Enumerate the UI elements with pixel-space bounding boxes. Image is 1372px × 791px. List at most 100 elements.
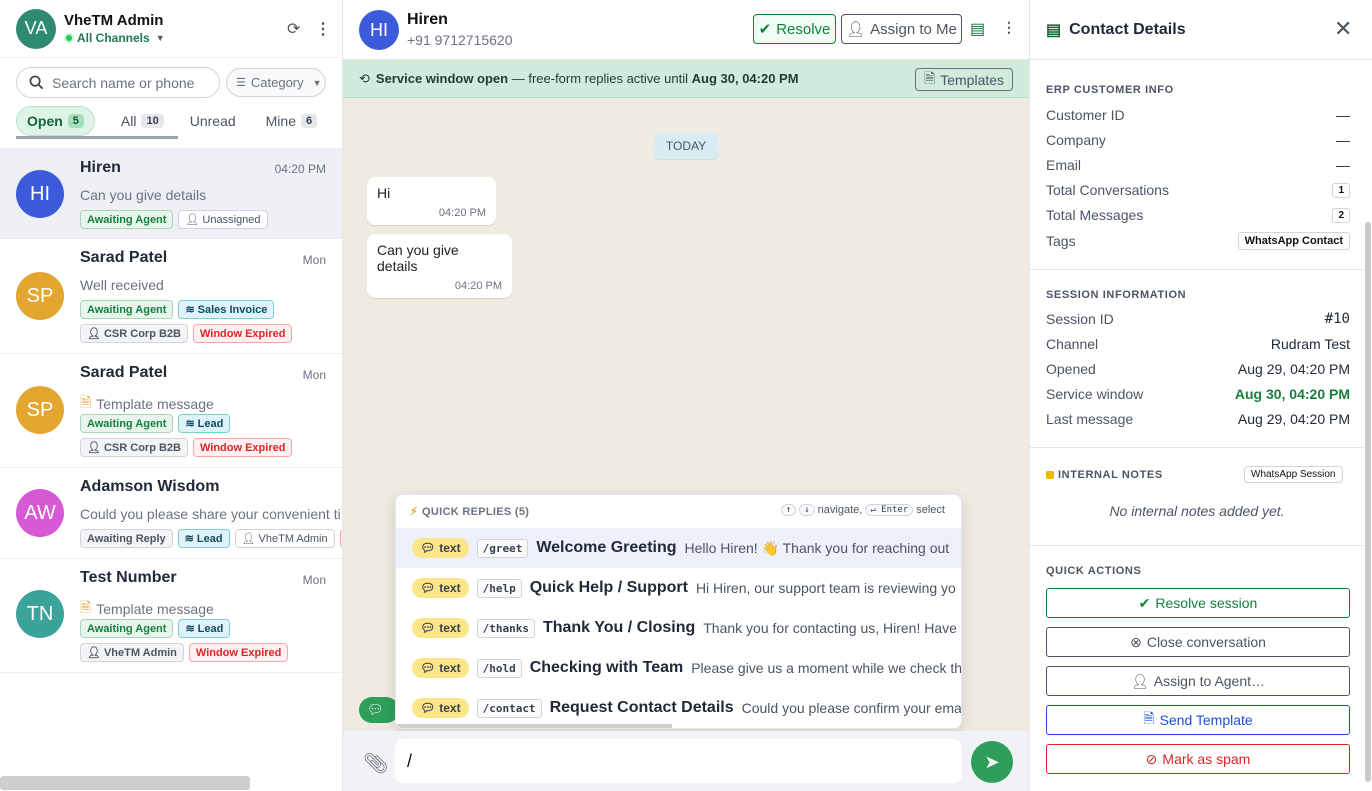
field-opened: Opened Aug 29, 04:20 PM <box>1046 361 1350 377</box>
close-conversation-button[interactable]: ⊗ Close conversation <box>1046 627 1350 657</box>
resolve-button[interactable]: ✔ Resolve <box>753 14 836 44</box>
avatar[interactable]: HI <box>359 10 399 50</box>
message-text: Can you give details <box>377 242 459 274</box>
close-icon[interactable]: ✕ <box>1334 16 1352 42</box>
category-badge: ≋ Lead <box>178 414 231 433</box>
company-badge: 👤︎ CSR Corp B2B <box>80 438 188 457</box>
notes-section: INTERNAL NOTES WhatsApp Session No inter… <box>1030 448 1364 546</box>
status-badge: Awaiting Reply <box>80 529 173 548</box>
quick-reply-preview: Hello Hiren! 👋 Thank you for reaching ou… <box>684 539 950 556</box>
search-input[interactable]: Search name or phone <box>16 67 220 98</box>
shortcut-command: /hold <box>476 658 522 678</box>
timestamp: Mon <box>302 368 326 382</box>
more-vertical-icon[interactable]: ⋮ <box>1002 19 1016 36</box>
chat-icon: 💬︎ <box>420 661 436 675</box>
chat-icon: 💬︎ <box>367 702 384 717</box>
tab-all[interactable]: All 10 <box>111 106 174 136</box>
user-plus-icon: 👤︎ <box>1130 672 1149 689</box>
tab-scroll-indicator <box>16 136 178 139</box>
check-circle-icon: ✔ <box>758 21 772 38</box>
chat-header: HI Hiren +91 9712715620 ✔ Resolve 👤︎ Assig… <box>343 0 1029 60</box>
vertical-scrollbar[interactable] <box>1365 222 1371 782</box>
layers-icon: ☰ <box>236 77 246 89</box>
section-title: QUICK ACTIONS <box>1046 565 1142 577</box>
quick-reply-title: Request Contact Details <box>549 699 734 716</box>
tab-mine[interactable]: Mine 6 <box>256 106 327 136</box>
chat-contact-phone: +91 9712715620 <box>407 32 513 48</box>
resolve-session-button[interactable]: ✔ Resolve session <box>1046 588 1350 618</box>
layers-icon: ≋ <box>185 623 195 635</box>
field-service-window: Service window Aug 30, 04:20 PM <box>1046 386 1350 402</box>
check-circle-icon: ✔ <box>1138 594 1151 611</box>
quick-reply-item[interactable]: 💬︎ text/thanks Thank You / Closing Thank yo… <box>396 608 961 648</box>
avatar[interactable]: VA <box>16 8 56 49</box>
chat-icon: 💬︎ <box>420 621 436 635</box>
date-separator: TODAY <box>654 133 718 159</box>
horizontal-scrollbar[interactable] <box>396 724 672 728</box>
user-icon: 👤︎ <box>185 214 200 226</box>
online-dot-icon <box>64 33 74 43</box>
refresh-icon[interactable]: ⟳ <box>287 19 300 39</box>
field-channel: Channel Rudram Test <box>1046 336 1350 352</box>
field-total-messages: Total Messages 2 <box>1046 207 1350 223</box>
notes-empty-text: No internal notes added yet. <box>1109 503 1285 519</box>
channel-selector[interactable]: All Channels ▼ <box>64 31 165 45</box>
quick-reply-item[interactable]: 💬︎ text/contact Request Contact Details Cou… <box>396 688 961 728</box>
list-item[interactable]: AW Adamson Wisdom Could you please share… <box>0 468 342 559</box>
layers-icon: ≋ <box>185 304 195 316</box>
mark-spam-button[interactable]: ⊘ Mark as spam <box>1046 744 1350 774</box>
chat-icon: 💬︎ <box>420 541 436 555</box>
quick-reply-item[interactable]: 💬︎ text/hold Checking with Team Please give… <box>396 648 961 688</box>
tab-unread[interactable]: Unread <box>180 106 246 136</box>
category-badge: ≋ Lead <box>177 529 230 548</box>
category-dropdown[interactable]: ☰ Category ▼ <box>226 68 326 97</box>
chat-icon: 💬︎ <box>420 581 436 595</box>
quick-reply-preview: Hi Hiren, our support team is reviewing … <box>695 580 956 596</box>
contact-card-icon[interactable]: ▤ <box>970 19 985 39</box>
session-section: SESSION INFORMATION Session ID #10 Channe… <box>1030 270 1364 448</box>
enter-icon: ↵ <box>870 505 876 515</box>
chevron-down-icon: ▼ <box>312 77 322 88</box>
send-icon: ➤ <box>984 751 1000 772</box>
template-chip[interactable]: 💬︎ <box>359 697 399 723</box>
field-email: Email — <box>1046 157 1350 173</box>
contact-details-panel: ▤ Contact Details ✕ ERP CUSTOMER INFO Cus… <box>1030 0 1372 791</box>
paperclip-icon[interactable]: 📎︎ <box>363 751 388 776</box>
list-item[interactable]: SP Sarad Patel Mon Well received Awaitin… <box>0 239 342 354</box>
message-preview: 🗎 Template message <box>80 597 214 621</box>
keyboard-hint: ↑ ↓ navigate, ↵ Enter select <box>780 504 945 516</box>
tab-open[interactable]: Open 5 <box>16 106 95 136</box>
field-last-message: Last message Aug 29, 04:20 PM <box>1046 411 1350 427</box>
quick-reply-item[interactable]: 💬︎ text/help Quick Help / Support Hi Hiren,… <box>396 568 961 608</box>
assign-to-me-button[interactable]: 👤︎ Assign to Me <box>841 14 962 44</box>
templates-button[interactable]: 🗎 Templates <box>915 68 1013 91</box>
assignee-badge: 👤︎ VheTM Admin <box>234 529 335 548</box>
list-item[interactable]: HI Hiren 04:20 PM Can you give details A… <box>0 148 342 239</box>
bolt-icon: ⚡︎ <box>410 506 419 518</box>
message-input[interactable]: / <box>395 739 962 783</box>
horizontal-scrollbar[interactable] <box>0 776 250 790</box>
company-badge: 👤︎ CSR Corp B2B <box>80 324 188 343</box>
send-button[interactable]: ➤ <box>971 741 1013 783</box>
shortcut-command: /help <box>476 578 522 598</box>
chevron-down-icon: ▼ <box>155 33 165 43</box>
message-time: 04:20 PM <box>454 280 502 292</box>
send-template-button[interactable]: 🗎 Send Template <box>1046 705 1350 735</box>
notes-tag: WhatsApp Session <box>1244 466 1343 483</box>
quick-reply-item[interactable]: 💬︎ text/greet Welcome Greeting Hello Hiren!… <box>396 528 961 568</box>
quick-reply-title: Welcome Greeting <box>536 539 677 556</box>
type-badge: 💬︎ text <box>412 618 469 638</box>
more-vertical-icon[interactable]: ⋮ <box>315 19 331 39</box>
quick-reply-preview: Could you please confirm your ema <box>741 700 962 716</box>
shortcut-command: /thanks <box>476 618 535 638</box>
status-badge: Awaiting Agent <box>80 619 174 638</box>
message-time: 04:20 PM <box>438 207 486 219</box>
list-item[interactable]: SP Sarad Patel Mon 🗎 Template message Awa… <box>0 354 342 468</box>
quick-reply-title: Quick Help / Support <box>529 579 688 596</box>
field-customer-id: Customer ID — <box>1046 107 1350 123</box>
list-item[interactable]: TN Test Number Mon 🗎 Template message Awa… <box>0 559 342 673</box>
field-company: Company — <box>1046 132 1350 148</box>
assign-agent-button[interactable]: 👤︎ Assign to Agent… <box>1046 666 1350 696</box>
field-session-id: Session ID #10 <box>1046 311 1350 327</box>
avatar: TN <box>16 590 64 638</box>
